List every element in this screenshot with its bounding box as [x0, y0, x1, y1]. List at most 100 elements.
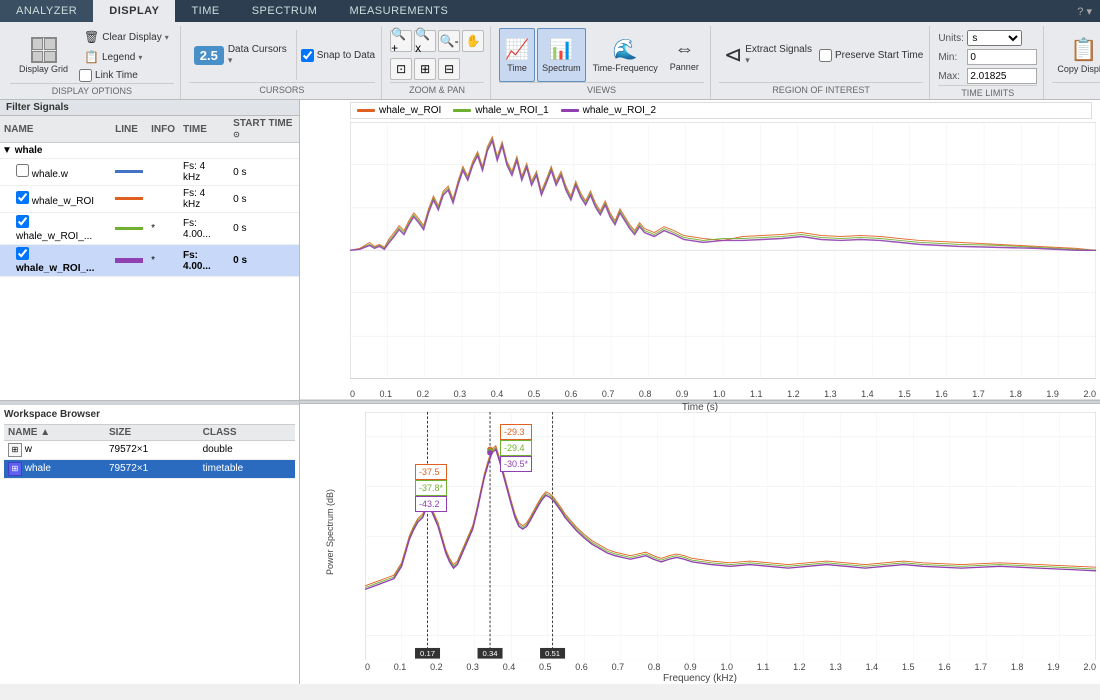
spectrum-x-label: Frequency (kHz): [300, 673, 1100, 684]
signal-checkbox[interactable]: [16, 215, 29, 228]
spectrum-view-button[interactable]: 📊 Spectrum: [537, 28, 586, 82]
annotation-group-2: -29.3 -29.4 -30.5*: [500, 424, 532, 472]
snap-to-data-checkbox[interactable]: [301, 49, 314, 62]
left-panel: Filter Signals NAME LINE INFO TIME START…: [0, 100, 300, 684]
ws-col-class: CLASS: [199, 424, 295, 440]
y-axis-title: Power Spectrum (dB): [300, 404, 360, 660]
top-chart: whale_w_ROI whale_w_ROI_1 whale_w_ROI_2: [300, 100, 1100, 400]
display-options-label: DISPLAY OPTIONS: [10, 83, 174, 96]
svg-text:0.34: 0.34: [483, 649, 498, 658]
help-button[interactable]: ? ▾: [1069, 5, 1100, 18]
min-row: Min: 0: [938, 49, 1037, 65]
min-input[interactable]: 0: [967, 49, 1037, 65]
legend-bar: whale_w_ROI whale_w_ROI_1 whale_w_ROI_2: [350, 102, 1092, 119]
cursors-arrow[interactable]: ▾: [228, 55, 233, 66]
zoom-x-button[interactable]: 🔍x: [414, 30, 436, 52]
clear-display-button[interactable]: 🗑 Clear Display ▾: [79, 28, 174, 46]
col-starttime: START TIME ⊙: [229, 116, 299, 143]
signal-checkbox[interactable]: [16, 164, 29, 177]
clear-display-arrow[interactable]: ▾: [165, 33, 169, 42]
x-axis-labels: 00.10.20.30.40.50.60.70.80.91.01.11.21.3…: [350, 389, 1096, 399]
ribbon-group-display-options: Display Grid 🗑 Clear Display ▾ 📋 Legend …: [4, 26, 181, 99]
time-icon: 📈: [505, 37, 530, 62]
pan-button[interactable]: ✋: [462, 30, 484, 52]
panner-button[interactable]: ⇔ Panner: [665, 28, 704, 82]
table-row[interactable]: whale_w_ROI_... * Fs: 4.00... 0 s: [0, 213, 299, 245]
sep1: [296, 30, 297, 80]
tab-measurements[interactable]: MEASUREMENTS: [333, 0, 464, 22]
link-time-row: Link Time: [79, 68, 174, 83]
legend-color-3: [561, 109, 579, 112]
grid-icon: [31, 37, 57, 63]
table-row[interactable]: ⊞ whale 79572×1 timetable: [4, 459, 295, 478]
zoom-region-button[interactable]: ⊞: [414, 58, 436, 80]
zoom-custom-button[interactable]: ⊟: [438, 58, 460, 80]
grid-icon: ⊞: [8, 443, 22, 457]
ws-col-name: NAME ▲: [4, 424, 105, 440]
ws-col-size: SIZE: [105, 424, 199, 440]
main-layout: Filter Signals NAME LINE INFO TIME START…: [0, 100, 1100, 684]
ribbon-group-views: 📈 Time 📊 Spectrum 🌊 Time-Frequency ⇔ Pan…: [493, 26, 711, 99]
ribbon-group-zoom: 🔍+ 🔍x 🔍- ✋ ⊡ ⊞ ⊟ ZOOM & PAN: [384, 26, 491, 99]
annotation-group-1: -37.5 -37.8* -43.2: [415, 464, 447, 512]
table-row[interactable]: whale_w_ROI Fs: 4 kHz 0 s: [0, 186, 299, 213]
zoom-out-button[interactable]: 🔍-: [438, 30, 460, 52]
link-time-checkbox[interactable]: [79, 69, 92, 82]
preserve-start-time-row: Preserve Start Time: [819, 48, 923, 63]
extract-icon: ⊲: [724, 42, 742, 68]
table-row[interactable]: ⊞ w 79572×1 double: [4, 440, 295, 459]
max-row: Max: 2.01825: [938, 68, 1037, 84]
time-limits-label: TIME LIMITS: [938, 85, 1037, 98]
ribbon-group-roi: ⊲ Extract Signals ▾ Preserve Start Time …: [713, 26, 931, 99]
tab-time[interactable]: TIME: [175, 0, 235, 22]
annotation-box-1c: -43.2: [415, 496, 447, 512]
preserve-start-time-checkbox[interactable]: [819, 49, 832, 62]
ribbon-group-cursors: 2.5 Data Cursors ▾ Snap to Data CURSORS: [183, 26, 382, 99]
legend-icon: 📋: [84, 50, 99, 64]
share-row: 📋 Copy Display 📄 Generate Script: [1052, 28, 1100, 82]
signal-table: NAME LINE INFO TIME START TIME ⊙ ▼ whale: [0, 116, 299, 401]
annotation-box-2b: -29.4: [500, 440, 532, 456]
signal-checkbox[interactable]: [16, 191, 29, 204]
tab-display[interactable]: DISPLAY: [93, 0, 175, 22]
legend-arrow[interactable]: ▾: [138, 53, 142, 62]
table-row[interactable]: ▼ whale: [0, 143, 299, 159]
cursors-label: CURSORS: [189, 82, 375, 95]
extract-arrow[interactable]: ▾: [745, 55, 750, 66]
legend-item-2: whale_w_ROI_1: [453, 105, 548, 116]
table-row[interactable]: whale_w_ROI_... * Fs: 4.00... 0 s: [0, 245, 299, 277]
max-input[interactable]: 2.01825: [967, 68, 1037, 84]
expand-icon[interactable]: ▼: [2, 145, 12, 156]
roi-row: ⊲ Extract Signals ▾ Preserve Start Time: [719, 28, 924, 82]
display-grid-button[interactable]: Display Grid: [10, 28, 77, 83]
copy-icon: 📋: [1070, 37, 1097, 63]
col-line: LINE: [111, 116, 147, 143]
signal-checkbox[interactable]: [16, 247, 29, 260]
filter-signals-bar: Filter Signals: [0, 100, 299, 116]
time-frequency-button[interactable]: 🌊 Time-Frequency: [588, 28, 663, 82]
zoom-in-button[interactable]: 🔍+: [390, 30, 412, 52]
legend-button[interactable]: 📋 Legend ▾: [79, 48, 174, 66]
units-select[interactable]: s: [967, 30, 1022, 46]
svg-text:0.17: 0.17: [420, 649, 435, 658]
extract-signals-button[interactable]: ⊲ Extract Signals ▾: [719, 28, 817, 82]
zoom-fit-button[interactable]: ⊡: [390, 58, 412, 80]
legend-item-3: whale_w_ROI_2: [561, 105, 656, 116]
top-tabs: ANALYZER DISPLAY TIME SPECTRUM MEASUREME…: [0, 0, 1100, 22]
ribbon-group-share: 📋 Copy Display 📄 Generate Script SHARE: [1046, 26, 1100, 99]
time-view-button[interactable]: 📈 Time: [499, 28, 535, 82]
tab-analyzer[interactable]: ANALYZER: [0, 0, 93, 22]
workspace-table: NAME ▲ SIZE CLASS ⊞ w 79572×1 doub: [4, 424, 295, 479]
panner-icon: ⇔: [674, 38, 694, 61]
cursor-icon: 2.5: [194, 46, 224, 65]
tab-spectrum[interactable]: SPECTRUM: [236, 0, 334, 22]
signal-line-color: [115, 258, 143, 263]
zoom-row2: ⊡ ⊞ ⊟: [390, 56, 484, 82]
bottom-chart: Power Spectrum (dB): [300, 404, 1100, 684]
data-cursors-button[interactable]: 2.5 Data Cursors ▾: [189, 28, 292, 82]
copy-display-button[interactable]: 📋 Copy Display: [1052, 28, 1100, 82]
zoom-row1: 🔍+ 🔍x 🔍- ✋: [390, 28, 484, 54]
svg-text:0.51: 0.51: [545, 649, 560, 658]
table-row[interactable]: whale.w Fs: 4 kHz 0 s: [0, 159, 299, 186]
views-label: VIEWS: [499, 82, 704, 95]
